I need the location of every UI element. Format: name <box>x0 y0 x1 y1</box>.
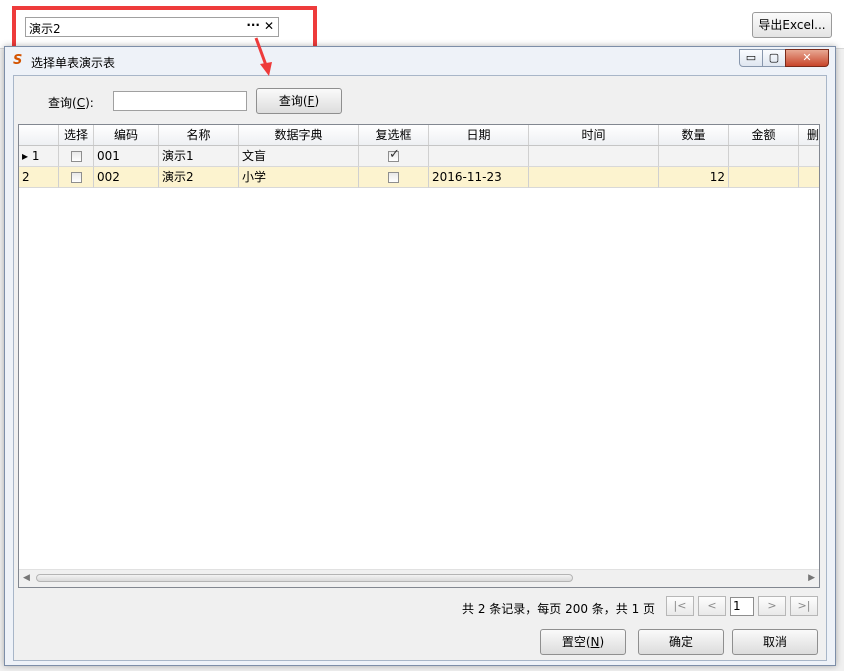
dialog-client: 查询(C): 查询(F) 选择 编码 名称 数据字典 复选框 日期 时间 数量 … <box>13 75 827 661</box>
quantity-cell[interactable] <box>659 146 729 167</box>
clear-icon[interactable]: ✕ <box>264 19 274 33</box>
column-header-date[interactable]: 日期 <box>429 125 529 145</box>
column-header-name[interactable]: 名称 <box>159 125 239 145</box>
first-page-button[interactable]: |< <box>666 596 694 616</box>
date-cell[interactable] <box>429 146 529 167</box>
column-header-dict[interactable]: 数据字典 <box>239 125 359 145</box>
delete-cell[interactable] <box>799 167 819 188</box>
close-icon[interactable]: ✕ <box>785 49 829 67</box>
data-grid: 选择 编码 名称 数据字典 复选框 日期 时间 数量 金额 删 ▸ 1 001 … <box>18 124 820 588</box>
delete-cell[interactable] <box>799 146 819 167</box>
column-header-select[interactable]: 选择 <box>59 125 94 145</box>
query-button[interactable]: 查询(F) <box>256 88 342 114</box>
prev-page-button[interactable]: < <box>698 596 726 616</box>
clear-button[interactable]: 置空(N) <box>540 629 626 655</box>
code-cell[interactable]: 002 <box>94 167 159 188</box>
checkbox-checked[interactable]: ✓ <box>388 147 400 162</box>
column-header-amount[interactable]: 金额 <box>729 125 799 145</box>
amount-cell[interactable] <box>729 167 799 188</box>
window-controls: ▭ ▢ ✕ <box>739 49 829 69</box>
maximize-icon[interactable]: ▢ <box>762 49 786 67</box>
table-row[interactable]: 2 002 演示2 小学 2016-11-23 12 <box>19 167 819 188</box>
column-header-time[interactable]: 时间 <box>529 125 659 145</box>
quantity-cell[interactable]: 12 <box>659 167 729 188</box>
time-cell[interactable] <box>529 146 659 167</box>
dialog-titlebar[interactable]: S 选择单表演示表 ▭ ▢ ✕ <box>5 47 835 75</box>
page-number-input[interactable]: 1 <box>730 597 754 616</box>
lookup-value: 演示2 <box>29 22 61 36</box>
column-header-code[interactable]: 编码 <box>94 125 159 145</box>
name-cell[interactable]: 演示1 <box>159 146 239 167</box>
time-cell[interactable] <box>529 167 659 188</box>
next-page-button[interactable]: > <box>758 596 786 616</box>
checkbox-cell[interactable] <box>359 167 429 188</box>
pager-summary: 共 2 条记录，每页 200 条，共 1 页 <box>462 602 656 616</box>
code-cell[interactable]: 001 <box>94 146 159 167</box>
background-toolbar: 演示2 ··· ✕ 导出Excel... <box>0 0 844 49</box>
select-dialog: S 选择单表演示表 ▭ ▢ ✕ 查询(C): 查询(F) 选择 编码 名称 数据… <box>4 46 836 666</box>
table-row[interactable]: ▸ 1 001 演示1 文盲 ✓ <box>19 146 819 167</box>
export-excel-button[interactable]: 导出Excel... <box>752 12 832 38</box>
date-cell[interactable]: 2016-11-23 <box>429 167 529 188</box>
amount-cell[interactable] <box>729 146 799 167</box>
select-cell[interactable] <box>59 167 94 188</box>
app-logo-icon: S <box>13 53 23 68</box>
current-row-icon: ▸ <box>22 149 29 163</box>
ellipsis-icon[interactable]: ··· <box>246 18 260 32</box>
row-indicator-header <box>19 125 59 145</box>
column-header-quantity[interactable]: 数量 <box>659 125 729 145</box>
dict-cell[interactable]: 文盲 <box>239 146 359 167</box>
dialog-title: 选择单表演示表 <box>31 56 116 70</box>
cancel-button[interactable]: 取消 <box>732 629 818 655</box>
minimize-icon[interactable]: ▭ <box>739 49 763 67</box>
horizontal-scrollbar[interactable]: ◀ ▶ <box>19 569 819 587</box>
scrollbar-thumb[interactable] <box>36 574 573 582</box>
confirm-button[interactable]: 确定 <box>638 629 724 655</box>
query-label: 查询(C): <box>48 96 94 110</box>
checkmark-icon: ✓ <box>389 147 400 162</box>
checkbox-unchecked[interactable] <box>388 172 399 183</box>
name-cell[interactable]: 演示2 <box>159 167 239 188</box>
select-checkbox[interactable] <box>70 172 82 183</box>
row-indicator: ▸ 1 <box>19 146 59 167</box>
checkbox-cell[interactable]: ✓ <box>359 146 429 167</box>
lookup-field[interactable]: 演示2 ··· ✕ <box>25 17 279 37</box>
last-page-button[interactable]: >| <box>790 596 818 616</box>
scroll-left-icon[interactable]: ◀ <box>23 573 30 583</box>
column-header-checkbox[interactable]: 复选框 <box>359 125 429 145</box>
column-header-delete[interactable]: 删 <box>799 125 819 145</box>
dict-cell[interactable]: 小学 <box>239 167 359 188</box>
query-input[interactable] <box>113 91 247 111</box>
select-cell[interactable] <box>59 146 94 167</box>
row-indicator: 2 <box>19 167 59 188</box>
select-checkbox[interactable] <box>70 151 82 162</box>
grid-header: 选择 编码 名称 数据字典 复选框 日期 时间 数量 金额 删 <box>19 125 819 146</box>
scroll-right-icon[interactable]: ▶ <box>808 573 815 583</box>
